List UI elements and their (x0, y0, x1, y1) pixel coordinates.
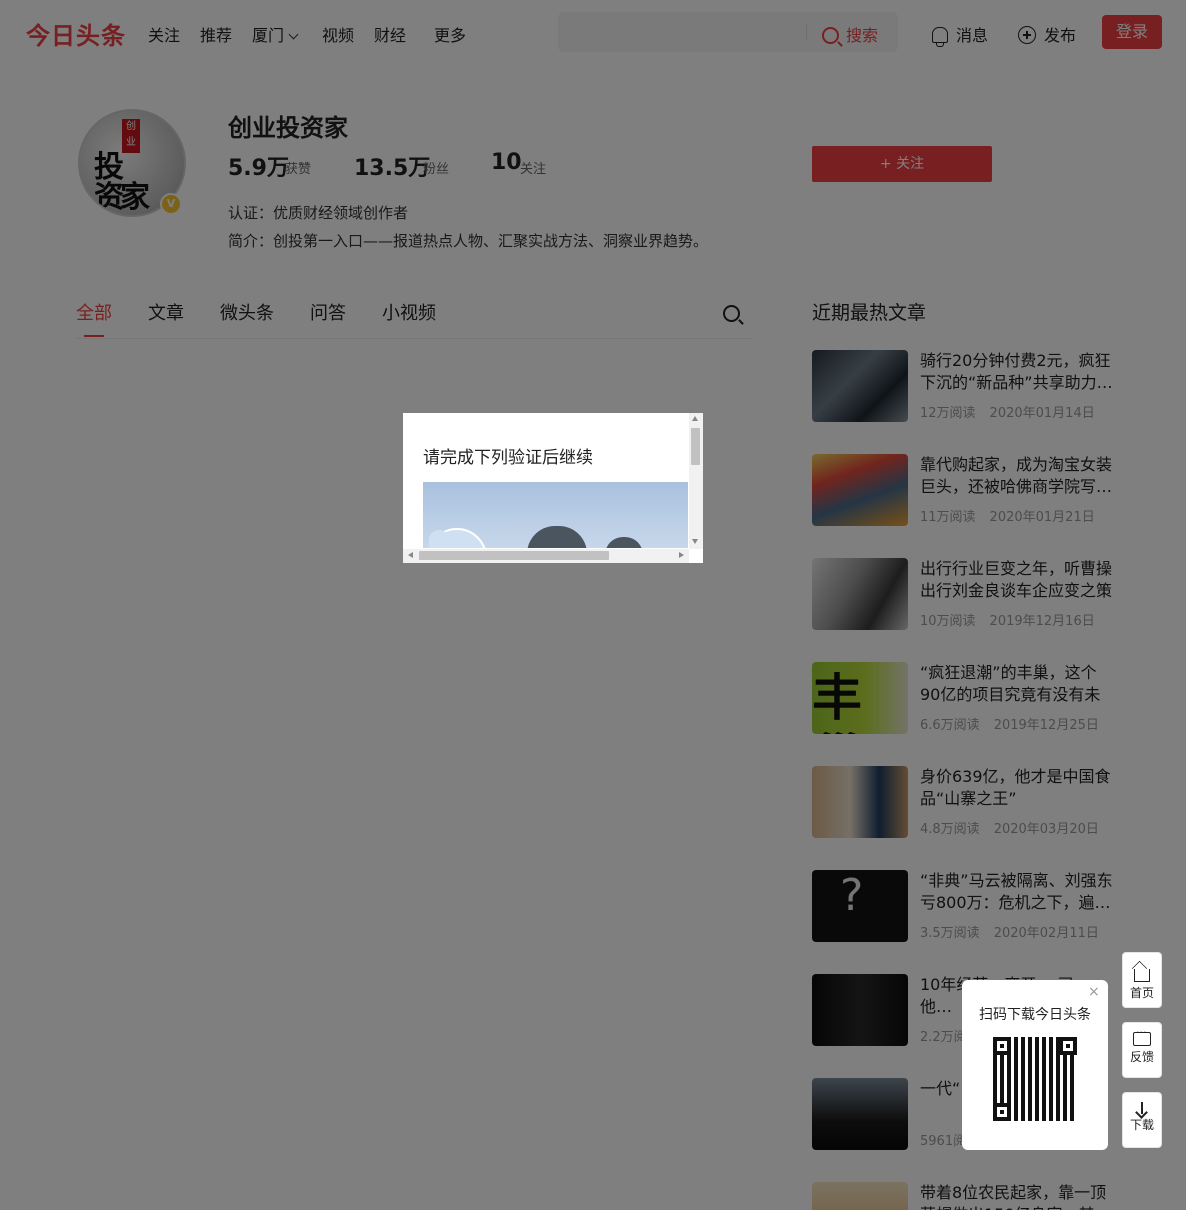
float-home-button[interactable]: 首页 (1122, 952, 1162, 1008)
qr-code (993, 1037, 1077, 1121)
float-feedback-label: 反馈 (1129, 1050, 1154, 1064)
qr-finder (993, 1037, 1011, 1055)
verification-modal: 请完成下列验证后继续 (403, 413, 703, 563)
home-icon (1134, 969, 1150, 982)
download-icon (1141, 1102, 1143, 1114)
modal-title: 请完成下列验证后继续 (423, 448, 593, 468)
scroll-up-arrow-icon[interactable] (692, 416, 698, 421)
scroll-left-arrow-icon[interactable] (408, 552, 413, 558)
captcha-image[interactable] (423, 482, 688, 548)
horizontal-scrollbar-thumb[interactable] (419, 551, 609, 560)
close-icon[interactable]: × (1088, 984, 1100, 1000)
qr-title: 扫码下载今日头条 (979, 1007, 1091, 1023)
qr-download-popup: × 扫码下载今日头条 (962, 980, 1108, 1150)
captcha-slot (527, 526, 587, 548)
float-home-label: 首页 (1129, 986, 1154, 1000)
captcha-slot (605, 537, 643, 548)
float-download-label: 下载 (1129, 1118, 1154, 1132)
scroll-down-arrow-icon[interactable] (692, 539, 698, 544)
captcha-piece[interactable] (427, 528, 487, 548)
feedback-icon (1133, 1026, 1151, 1046)
scroll-right-arrow-icon[interactable] (679, 552, 684, 558)
float-feedback-button[interactable]: 反馈 (1122, 1022, 1162, 1078)
qr-finder (1059, 1037, 1077, 1055)
qr-finder (993, 1103, 1011, 1121)
vertical-scrollbar-thumb[interactable] (691, 428, 700, 465)
float-download-button[interactable]: 下载 (1122, 1092, 1162, 1148)
